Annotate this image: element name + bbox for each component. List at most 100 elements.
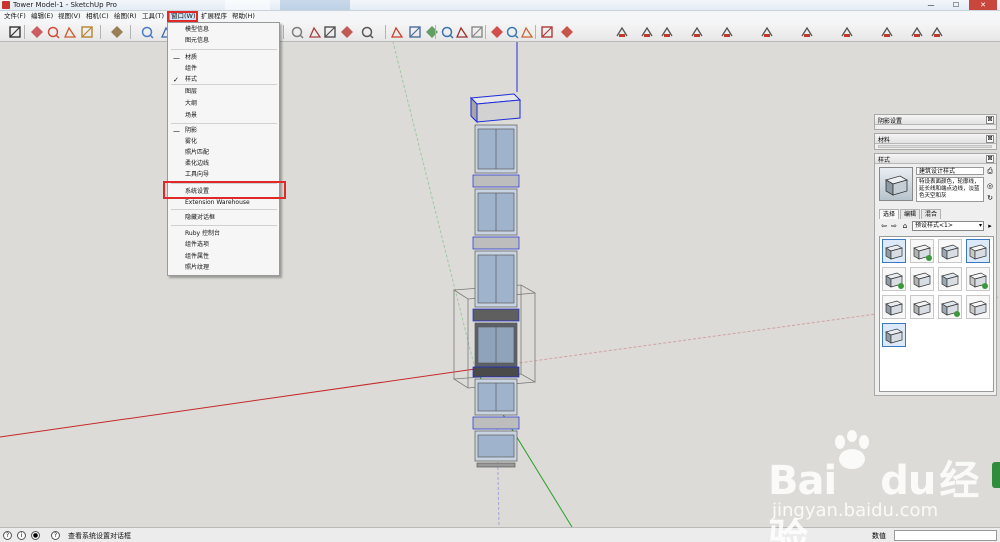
extension-icon[interactable] (540, 25, 554, 39)
style-thumbnail[interactable] (910, 295, 934, 319)
layout-icon[interactable] (520, 25, 534, 39)
share-icon[interactable] (505, 25, 519, 39)
menu-item-extension-warehouse[interactable]: Extension Warehouse (185, 199, 250, 207)
style-thumbnail[interactable] (938, 239, 962, 263)
toolbar-extra-icon[interactable] (880, 25, 894, 39)
style-thumbnail[interactable] (938, 267, 962, 291)
tab-edit[interactable]: 编辑 (900, 209, 921, 219)
shadow-icon[interactable] (290, 25, 304, 39)
style-thumbnail[interactable] (882, 267, 906, 291)
style-description-field[interactable]: 特设表面颜色，轮廓线，延长线和端点边线，淡蓝色天空和灰 (916, 177, 984, 202)
styles-panel-header[interactable]: 样式 ⊠ (875, 154, 996, 164)
arc-icon[interactable] (63, 25, 77, 39)
warehouse-icon[interactable] (490, 25, 504, 39)
menu-edit[interactable]: 编辑(E) (31, 12, 53, 21)
ruler-icon[interactable] (308, 25, 322, 39)
style-thumbnail[interactable] (966, 239, 990, 263)
menu-item-outliner[interactable]: 大纲 (185, 100, 197, 108)
menu-extensions[interactable]: 扩展程序 (201, 12, 227, 21)
look-around-icon[interactable] (440, 25, 454, 39)
dimension-icon[interactable] (323, 25, 337, 39)
measurements-input[interactable] (894, 530, 997, 541)
menu-camera[interactable]: 相机(C) (86, 12, 109, 21)
tab-mix[interactable]: 混合 (921, 209, 942, 219)
style-thumbnail[interactable] (882, 323, 906, 347)
style-thumbnail[interactable] (882, 239, 906, 263)
menu-item-photo-textures[interactable]: 照片纹理 (185, 264, 209, 272)
home-icon[interactable]: ⌂ (901, 222, 909, 230)
tab-select[interactable]: 选择 (879, 209, 900, 219)
position-camera-icon[interactable] (455, 25, 469, 39)
select-icon[interactable] (8, 25, 22, 39)
style-thumbnail[interactable] (938, 295, 962, 319)
menu-item-instructor[interactable]: 工具向导 (185, 171, 209, 179)
paint-bucket-icon[interactable] (80, 25, 94, 39)
menu-item-ruby-console[interactable]: Ruby 控制台 (185, 230, 220, 238)
close-button[interactable]: ✕ (969, 0, 997, 10)
style-thumbnail[interactable] (910, 267, 934, 291)
menu-file[interactable]: 文件(F) (4, 12, 26, 21)
materials-panel-header[interactable]: 材料 ⊠ (875, 134, 996, 144)
menu-tools[interactable]: 工具(T) (142, 12, 164, 21)
3d-text-icon[interactable] (408, 25, 422, 39)
menu-item-shadows[interactable]: 阴影 (185, 127, 197, 135)
refresh-icon[interactable]: ↻ (986, 194, 994, 202)
toolbar-extra-icon[interactable] (840, 25, 854, 39)
menu-item-soften-edges[interactable]: 柔化边线 (185, 160, 209, 168)
menu-help[interactable]: 帮助(H) (232, 12, 255, 21)
maximize-button[interactable]: ☐ (945, 0, 967, 10)
create-style-icon[interactable]: ⎙ (986, 167, 994, 175)
menu-item-materials[interactable]: 材质 (185, 54, 197, 62)
style-name-field[interactable]: 建筑设计样式 (916, 167, 984, 175)
pencil-icon[interactable] (46, 25, 60, 39)
menu-item-fog[interactable]: 雾化 (185, 138, 197, 146)
geo-location-icon[interactable]: ? (3, 531, 12, 540)
forward-arrow-icon[interactable]: ⇨ (890, 222, 898, 230)
toolbar-extra-icon[interactable] (760, 25, 774, 39)
toolbar-extra-icon[interactable] (660, 25, 674, 39)
back-arrow-icon[interactable]: ⇦ (880, 222, 888, 230)
credits-icon[interactable]: i (17, 531, 26, 540)
walk-icon[interactable] (425, 25, 439, 39)
minimize-button[interactable]: — (920, 0, 942, 10)
menu-item-match-photo[interactable]: 照片匹配 (185, 149, 209, 157)
menu-item-scenes[interactable]: 场景 (185, 112, 197, 120)
push-pull-icon[interactable] (110, 25, 124, 39)
menu-item-styles[interactable]: 样式 (185, 76, 197, 84)
side-expand-tab[interactable] (992, 462, 1000, 488)
style-thumbnail[interactable] (910, 239, 934, 263)
menu-item-component-attributes[interactable]: 组件属性 (185, 253, 209, 261)
menu-item-entity-info[interactable]: 图元信息 (185, 37, 209, 45)
component-icon[interactable] (470, 25, 484, 39)
menu-item-hide-dialogs[interactable]: 隐藏对话框 (185, 214, 215, 222)
axes-icon[interactable] (390, 25, 404, 39)
menu-item-model-info[interactable]: 模型信息 (185, 26, 209, 34)
protractor-icon[interactable] (340, 25, 354, 39)
styles-panel-close-icon[interactable]: ⊠ (986, 155, 994, 163)
ruby-icon[interactable] (560, 25, 574, 39)
shadow-panel-header[interactable]: 阴影设置 ⊠ (875, 115, 996, 125)
eraser-icon[interactable] (30, 25, 44, 39)
help-icon[interactable]: ? (51, 531, 60, 540)
update-style-icon[interactable]: ◎ (986, 182, 994, 190)
orbit-icon[interactable] (140, 25, 154, 39)
menu-draw[interactable]: 绘图(R) (114, 12, 137, 21)
style-thumbnail[interactable] (966, 295, 990, 319)
menu-item-layers[interactable]: 图层 (185, 88, 197, 96)
menu-view[interactable]: 视图(V) (58, 12, 81, 21)
materials-panel-close-icon[interactable]: ⊠ (986, 135, 994, 143)
menu-item-components[interactable]: 组件 (185, 65, 197, 73)
text-icon[interactable] (360, 25, 374, 39)
toolbar-extra-icon[interactable] (910, 25, 924, 39)
drawing-viewport[interactable] (0, 42, 1000, 527)
details-arrow-icon[interactable]: ▸ (986, 222, 994, 230)
style-collection-select[interactable]: 预设样式<1> ▾ (912, 221, 984, 231)
toolbar-extra-icon[interactable] (800, 25, 814, 39)
style-thumbnail[interactable] (882, 295, 906, 319)
style-thumbnail[interactable] (966, 267, 990, 291)
toolbar-extra-icon[interactable] (930, 25, 944, 39)
toolbar-extra-icon[interactable] (720, 25, 734, 39)
toolbar-extra-icon[interactable] (640, 25, 654, 39)
shadow-panel-close-icon[interactable]: ⊠ (986, 116, 994, 124)
user-icon[interactable]: ● (31, 531, 40, 540)
